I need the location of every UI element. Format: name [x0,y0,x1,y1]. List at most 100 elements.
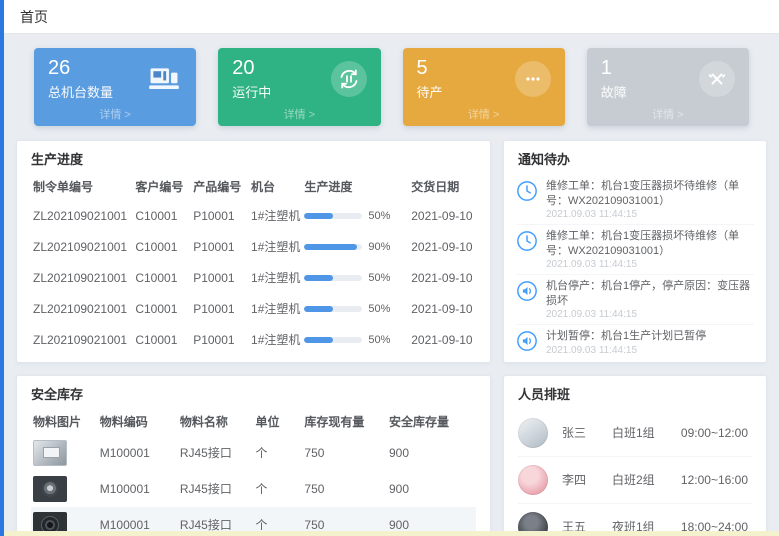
table-row: ZL202109021001 C10001 P10001 1#注塑机 50% 2… [31,293,476,324]
column-header: 库存现有量 [302,408,387,435]
speaker-icon [516,330,538,352]
table-header-row: 制令单编号 客户编号 产品编号 机台 生产进度 交货日期 [31,173,476,200]
panel-notifications: 通知待办 维修工单：机台1变压器损坏待维修（单号：WX202109031001）… [503,140,767,363]
column-header: 物料图片 [31,408,98,435]
safety-stock: 900 [387,435,476,471]
material-name: RJ45接口 [178,471,254,507]
table-row: M100001 RJ45接口 个 750 900 [31,471,476,507]
list-item[interactable]: 机台停产：机台1停产，停产原因：变压器损坏 2021.09.03 11:44:1… [516,275,754,325]
list-item: 张三 白班1组 09:00~12:00 [518,410,752,457]
detail-link[interactable]: 详情 > [48,106,182,122]
notification-text: 机台停产：机台1停产，停产原因：变压器损坏 [546,279,754,308]
list-item[interactable]: 维修工单：机台1变压器损坏待维修（单号：WX202109031001） 2021… [516,225,754,275]
column-header: 安全库存量 [387,408,476,435]
detail-link[interactable]: 详情 > [601,106,735,122]
standby-icon [515,61,551,97]
column-header: 生产进度 [302,173,409,200]
panel-title: 通知待办 [504,141,766,173]
running-icon [331,61,367,97]
progress-indicator: 90% [304,241,407,253]
staff-time: 12:00~16:00 [681,473,752,487]
progress-percent: 50% [368,272,390,284]
notification-time: 2021.09.03 11:44:15 [546,259,754,270]
progress-bar [304,213,362,219]
current-stock: 750 [302,471,387,507]
product-no: P10001 [191,231,249,262]
list-item[interactable]: 维修工单：机台1变压器损坏待维修（单号：WX202109031001） 2021… [516,175,754,225]
customer-no: C10001 [133,293,191,324]
column-header: 制令单编号 [31,173,133,200]
notification-body: 计划暂停：机台1生产计划已暂停 2021.09.03 11:44:15 [546,329,706,356]
notification-body: 维修工单：机台1变压器损坏待维修（单号：WX202109031001） 2021… [546,229,754,270]
dashboard-content: 26 总机台数量 详情 > 20 运行中 详情 > [4,34,779,536]
order-no: ZL202109021001 [31,262,133,293]
stat-value: 20 [232,57,271,79]
staff-time: 09:00~12:00 [681,426,752,440]
machine: 1#注塑机 [249,324,302,355]
table-row: M100001 RJ45接口 个 750 900 [31,435,476,471]
staff-shift: 白班2组 [612,471,678,488]
tab-home[interactable]: 首页 [20,7,48,27]
notification-time: 2021.09.03 11:44:15 [546,345,706,356]
window-edge-bottom [4,531,779,536]
list-item[interactable]: 计划暂停：机台1生产计划已暂停 2021.09.03 11:44:15 [516,325,754,360]
progress-bar [304,244,362,250]
progress-bar [304,275,362,281]
stat-card-total-machines: 26 总机台数量 详情 > [34,48,196,126]
stat-card-running: 20 运行中 详情 > [218,48,380,126]
stat-card-text: 20 运行中 [232,57,271,101]
product-no: P10001 [191,262,249,293]
progress-percent: 50% [368,303,390,315]
machine: 1#注塑机 [249,293,302,324]
progress-bar [304,337,362,343]
stat-label: 总机台数量 [48,82,113,101]
panel-staff-schedule: 人员排班 张三 白班1组 09:00~12:00 李四 白班2组 12:00~1… [503,375,767,536]
order-no: ZL202109021001 [31,293,133,324]
notification-text: 计划暂停：机台1生产计划已暂停 [546,329,706,344]
panel-title: 人员排班 [504,376,766,408]
progress-bar [304,306,362,312]
machine: 1#注塑机 [249,262,302,293]
current-stock: 750 [302,435,387,471]
progress-indicator: 50% [304,272,407,284]
staff-name: 李四 [562,471,612,488]
progress-indicator: 50% [304,334,407,346]
notification-text: 维修工单：机台1变压器损坏待维修（单号：WX202109031001） [546,229,754,258]
stat-value: 26 [48,57,113,79]
table-row: ZL202109021001 C10001 P10001 1#注塑机 50% 2… [31,324,476,355]
machine: 1#注塑机 [249,231,302,262]
stat-cards-row: 26 总机台数量 详情 > 20 运行中 详情 > [34,48,749,126]
schedule-list: 张三 白班1组 09:00~12:00 李四 白班2组 12:00~16:00 … [504,408,766,536]
panel-title: 生产进度 [17,141,490,173]
table-header-row: 物料图片 物料编码 物料名称 单位 库存现有量 安全库存量 [31,408,476,435]
table-row: ZL202109021001 C10001 P10001 1#注塑机 50% 2… [31,262,476,293]
delivery-date: 2021-09-10 [409,200,476,231]
stat-card-text: 26 总机台数量 [48,57,113,101]
progress-indicator: 50% [304,210,407,222]
progress-indicator: 50% [304,303,407,315]
list-item: 李四 白班2组 12:00~16:00 [518,457,752,504]
column-header: 客户编号 [133,173,191,200]
customer-no: C10001 [133,262,191,293]
detail-link[interactable]: 详情 > [417,106,551,122]
material-code: M100001 [98,435,178,471]
unit: 个 [253,471,302,507]
stat-card-text: 1 故障 [601,57,627,101]
speaker-icon [516,280,538,302]
product-no: P10001 [191,293,249,324]
material-name: RJ45接口 [178,435,254,471]
order-no: ZL202109021001 [31,200,133,231]
panels-grid: 生产进度 制令单编号 客户编号 产品编号 机台 生产进度 交货日期 ZL2021 [16,140,767,536]
progress-percent: 50% [368,210,390,222]
window-edge-left [0,0,4,536]
stat-card-top: 5 待产 [417,57,551,101]
product-no: P10001 [191,200,249,231]
column-header: 交货日期 [409,173,476,200]
clock-icon [516,230,538,252]
machine: 1#注塑机 [249,200,302,231]
stat-card-fault: 1 故障 详情 > [587,48,749,126]
notification-time: 2021.09.03 11:44:15 [546,309,754,320]
table-row: ZL202109021001 C10001 P10001 1#注塑机 90% 2… [31,231,476,262]
detail-link[interactable]: 详情 > [232,106,366,122]
staff-name: 张三 [562,424,612,441]
